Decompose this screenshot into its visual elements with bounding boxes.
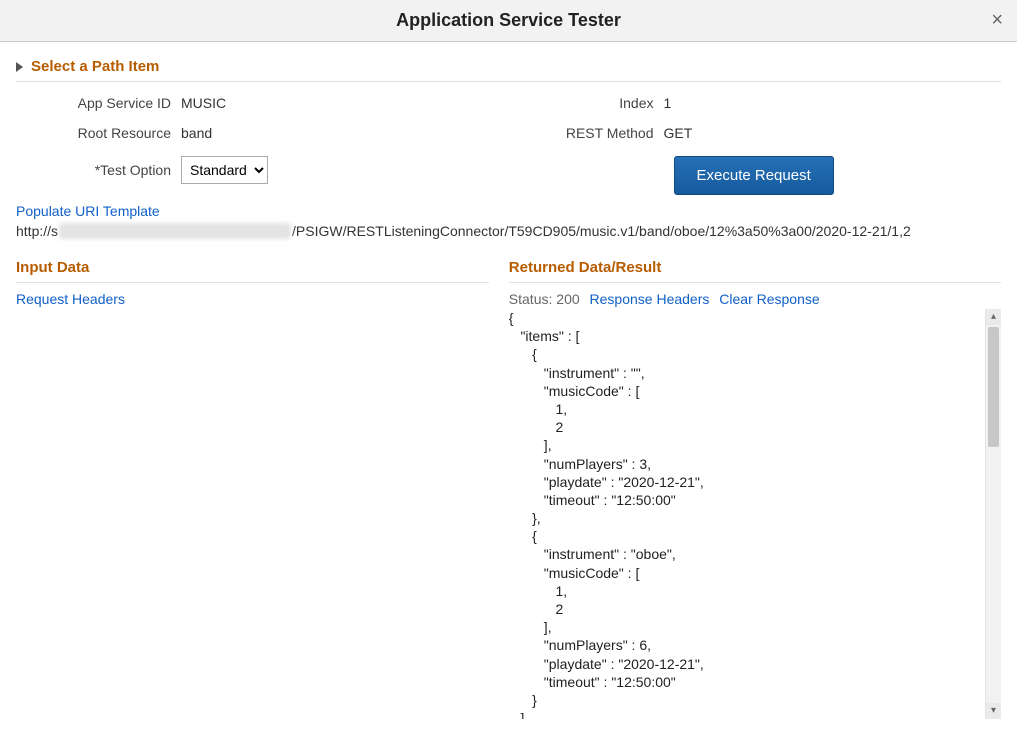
url-display: http://s /PSIGW/RESTListeningConnector/T…: [16, 221, 1001, 253]
url-prefix: http://s: [16, 223, 58, 239]
test-option-select[interactable]: Standard: [181, 156, 268, 184]
app-service-id-value: MUSIC: [181, 95, 226, 111]
index-value: 1: [664, 95, 672, 111]
rest-method-label: REST Method: [509, 125, 664, 141]
scroll-thumb[interactable]: [988, 327, 999, 447]
clear-response-link[interactable]: Clear Response: [719, 291, 819, 307]
execute-request-button[interactable]: Execute Request: [674, 156, 834, 195]
triangle-right-icon: [16, 62, 23, 72]
rest-method-value: GET: [664, 125, 693, 141]
page-title: Application Service Tester: [396, 10, 621, 31]
populate-uri-template-link[interactable]: Populate URI Template: [16, 203, 160, 219]
result-scrollbar[interactable]: ▴ ▾: [985, 309, 1001, 719]
title-bar: Application Service Tester ×: [0, 0, 1017, 42]
root-resource-value: band: [181, 125, 212, 141]
url-redacted-segment: [59, 223, 291, 239]
expander-label: Select a Path Item: [31, 58, 159, 75]
response-headers-link[interactable]: Response Headers: [590, 291, 710, 307]
status-label: Status:: [509, 291, 553, 307]
close-icon[interactable]: ×: [991, 10, 1003, 30]
status-code: 200: [556, 291, 579, 307]
scroll-up-icon[interactable]: ▴: [986, 309, 1001, 325]
test-option-label: *Test Option: [16, 162, 181, 178]
result-json: { "items" : [ { "instrument" : "", "musi…: [509, 309, 985, 719]
input-data-heading: Input Data: [16, 253, 489, 283]
index-label: Index: [509, 95, 664, 111]
request-headers-link[interactable]: Request Headers: [16, 291, 125, 307]
returned-data-heading: Returned Data/Result: [509, 253, 1001, 283]
url-suffix: /PSIGW/RESTListeningConnector/T59CD905/m…: [292, 223, 911, 239]
root-resource-label: Root Resource: [16, 125, 181, 141]
scroll-down-icon[interactable]: ▾: [986, 703, 1001, 719]
app-service-id-label: App Service ID: [16, 95, 181, 111]
select-path-item-expander[interactable]: Select a Path Item: [16, 54, 1001, 82]
